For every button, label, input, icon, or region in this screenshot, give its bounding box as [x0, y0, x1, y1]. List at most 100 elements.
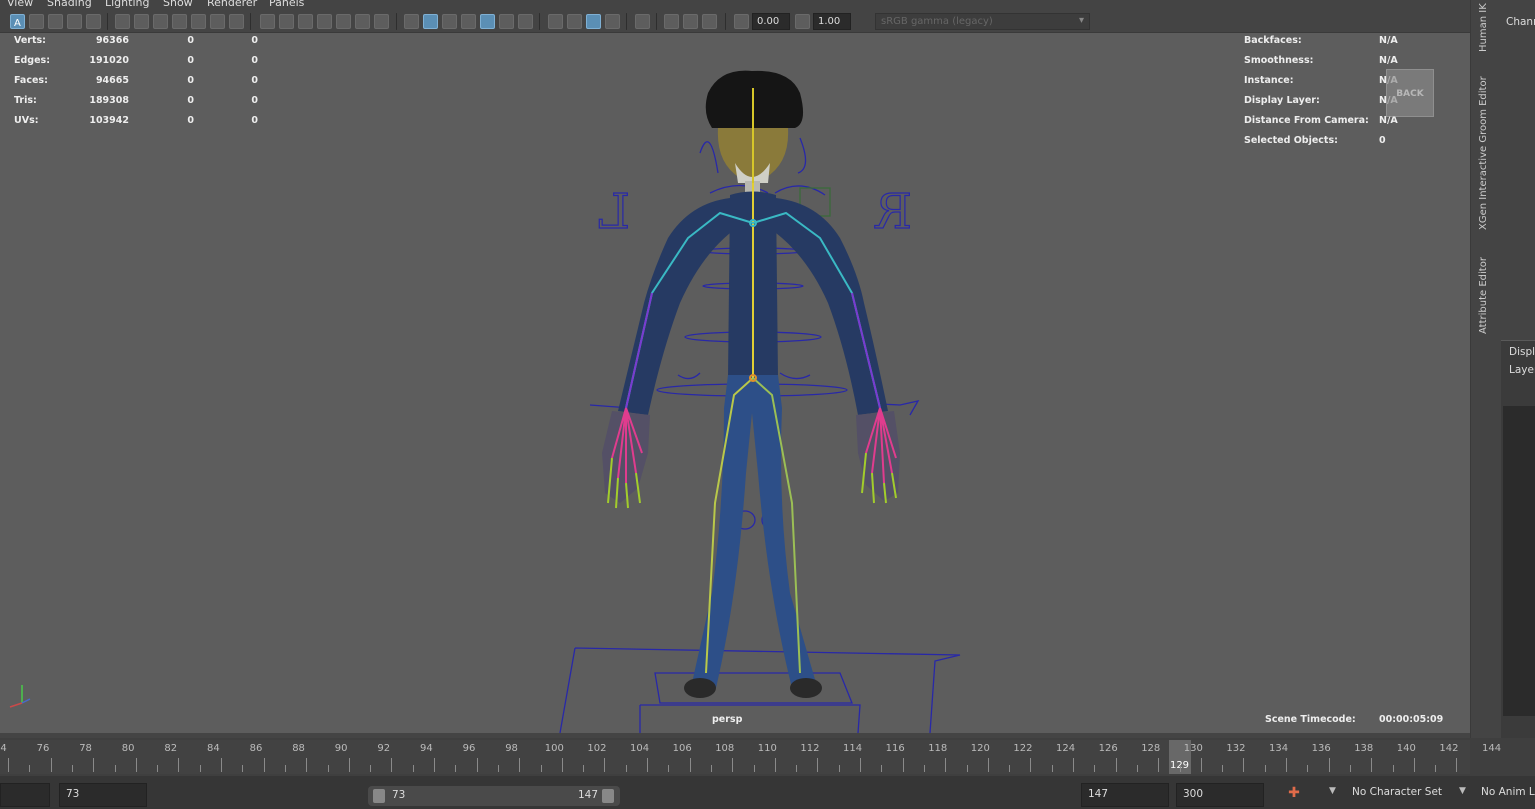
- hud-value: 0: [251, 35, 258, 46]
- xray-icon[interactable]: [683, 14, 698, 29]
- timeline-tick: [1243, 758, 1245, 772]
- character-model: [602, 70, 900, 698]
- separator: [725, 13, 726, 30]
- bookmark-flag-icon[interactable]: [172, 14, 187, 29]
- timeline-tick: [434, 758, 435, 772]
- tab-xgen-groom-editor[interactable]: XGen Interactive Groom Editor: [1478, 75, 1489, 230]
- range-handle-start[interactable]: [373, 789, 385, 803]
- hud-value: 0: [187, 95, 194, 106]
- grease-pencil-icon[interactable]: [153, 14, 168, 29]
- display-tab[interactable]: Displ: [1509, 346, 1535, 358]
- exposure-icon[interactable]: [734, 14, 749, 29]
- wireframe-on-shaded-icon[interactable]: [461, 14, 476, 29]
- timeline-tick: [8, 758, 9, 772]
- start-time-field[interactable]: 73: [59, 783, 147, 807]
- menu-show[interactable]: Show: [163, 0, 193, 9]
- ambient-occlusion-icon[interactable]: [548, 14, 563, 29]
- maya-window: View Shading Lighting Show Renderer Pane…: [0, 0, 1535, 809]
- layer-menu[interactable]: Layer: [1509, 364, 1535, 376]
- character-set-dropdown[interactable]: No Character Set: [1352, 786, 1442, 798]
- select-arrow-icon[interactable]: [635, 14, 650, 29]
- safe-title-icon[interactable]: [374, 14, 389, 29]
- use-lights-icon[interactable]: [499, 14, 514, 29]
- gamma-icon[interactable]: [795, 14, 810, 29]
- exposure-field[interactable]: [752, 13, 790, 30]
- gate-mask-icon[interactable]: [317, 14, 332, 29]
- gamma-field[interactable]: [813, 13, 851, 30]
- timeline-tick-label: 98: [505, 743, 518, 754]
- chevron-down-icon[interactable]: ▼: [1459, 786, 1466, 796]
- tab-human-ik[interactable]: Human IK: [1478, 0, 1489, 52]
- tab-attribute-editor[interactable]: Attribute Editor: [1478, 252, 1489, 334]
- grease-icon[interactable]: [229, 14, 244, 29]
- menu-lighting[interactable]: Lighting: [105, 0, 149, 9]
- range-start-value: 73: [392, 789, 406, 801]
- anim-layer-dropdown[interactable]: No Anim La: [1481, 786, 1535, 798]
- hud-value: 94665: [95, 75, 129, 86]
- shadows-icon[interactable]: [518, 14, 533, 29]
- pan-zoom-icon[interactable]: [191, 14, 206, 29]
- camera-name: persp: [712, 714, 743, 725]
- timeline-tick: [71, 765, 73, 772]
- menu-renderer[interactable]: Renderer: [207, 0, 257, 9]
- xray-joints-icon[interactable]: [702, 14, 717, 29]
- timeline-tick-label: 92: [377, 743, 391, 754]
- resolution-gate-icon[interactable]: [298, 14, 313, 29]
- safe-action-icon[interactable]: [355, 14, 370, 29]
- grid-icon[interactable]: [260, 14, 275, 29]
- hud-label: Selected Objects:: [1244, 135, 1338, 146]
- time-slider[interactable]: 1297476788082848688909294969810010210410…: [0, 740, 1501, 774]
- view-cube[interactable]: BACK: [1386, 69, 1434, 117]
- camera-tumble-icon[interactable]: [115, 14, 130, 29]
- layer-list[interactable]: [1503, 406, 1535, 716]
- timeline-tick-label: 116: [885, 743, 905, 754]
- film-gate-icon[interactable]: [279, 14, 294, 29]
- panel-menubar: View Shading Lighting Show Renderer Pane…: [0, 0, 1475, 10]
- motion-blur-icon[interactable]: [567, 14, 582, 29]
- perspective-viewport[interactable]: L R Verts: 96366 0 0 Edges: 191020 0 0 F…: [0, 33, 1470, 733]
- smooth-shade-icon[interactable]: [423, 14, 438, 29]
- depth-of-field-icon[interactable]: [605, 14, 620, 29]
- end-time-field[interactable]: 147: [1081, 783, 1169, 807]
- menu-shading[interactable]: Shading: [47, 0, 92, 9]
- hud-label: Display Layer:: [1244, 95, 1320, 106]
- range-handle-end[interactable]: [602, 789, 614, 803]
- anim-end-field[interactable]: 300: [1176, 783, 1264, 807]
- separator: [626, 13, 627, 30]
- timeline-tick: [199, 765, 201, 772]
- auto-key-icon[interactable]: ✚: [1285, 785, 1303, 805]
- timeline-tick-label: 122: [1013, 743, 1033, 754]
- chevron-down-icon[interactable]: ▼: [1329, 786, 1336, 796]
- timeline-tick-label: 144: [1482, 743, 1502, 754]
- timeline-tick: [1158, 758, 1160, 772]
- timeline-tick-label: 140: [1396, 743, 1416, 754]
- default-lighting-icon[interactable]: [442, 14, 457, 29]
- channel-box-title[interactable]: Chann: [1506, 16, 1535, 28]
- image-plane-icon[interactable]: [67, 14, 82, 29]
- color-space-dropdown[interactable]: sRGB gamma (legacy) ▾: [875, 13, 1090, 30]
- field-chart-icon[interactable]: [336, 14, 351, 29]
- isolate-select-icon[interactable]: [664, 14, 679, 29]
- timeline-tick-label: 132: [1226, 743, 1246, 754]
- timeline-tick: [1222, 765, 1224, 772]
- timeline-tick: [774, 758, 776, 772]
- timeline-tick: [902, 758, 904, 772]
- camera-attributes-icon[interactable]: [29, 14, 44, 29]
- chevron-down-icon: ▾: [1078, 15, 1084, 26]
- rig-label-left: L: [598, 184, 630, 240]
- wireframe-icon[interactable]: [404, 14, 419, 29]
- timeline-tick-label: 106: [672, 743, 692, 754]
- two-d-pan-icon[interactable]: [210, 14, 225, 29]
- select-camera-icon[interactable]: A: [10, 14, 25, 29]
- timeline-tick-label: 126: [1098, 743, 1118, 754]
- menu-view[interactable]: View: [7, 0, 33, 9]
- range-slider[interactable]: 73 147: [368, 786, 620, 806]
- camera-2d-icon[interactable]: [86, 14, 101, 29]
- textured-icon[interactable]: [480, 14, 495, 29]
- bookmark-icon[interactable]: [48, 14, 63, 29]
- menu-panels[interactable]: Panels: [269, 0, 304, 9]
- camera-lock-icon[interactable]: [134, 14, 149, 29]
- hud-value: N/A: [1379, 35, 1398, 46]
- blank-field[interactable]: [0, 783, 50, 807]
- anti-aliasing-icon[interactable]: [586, 14, 601, 29]
